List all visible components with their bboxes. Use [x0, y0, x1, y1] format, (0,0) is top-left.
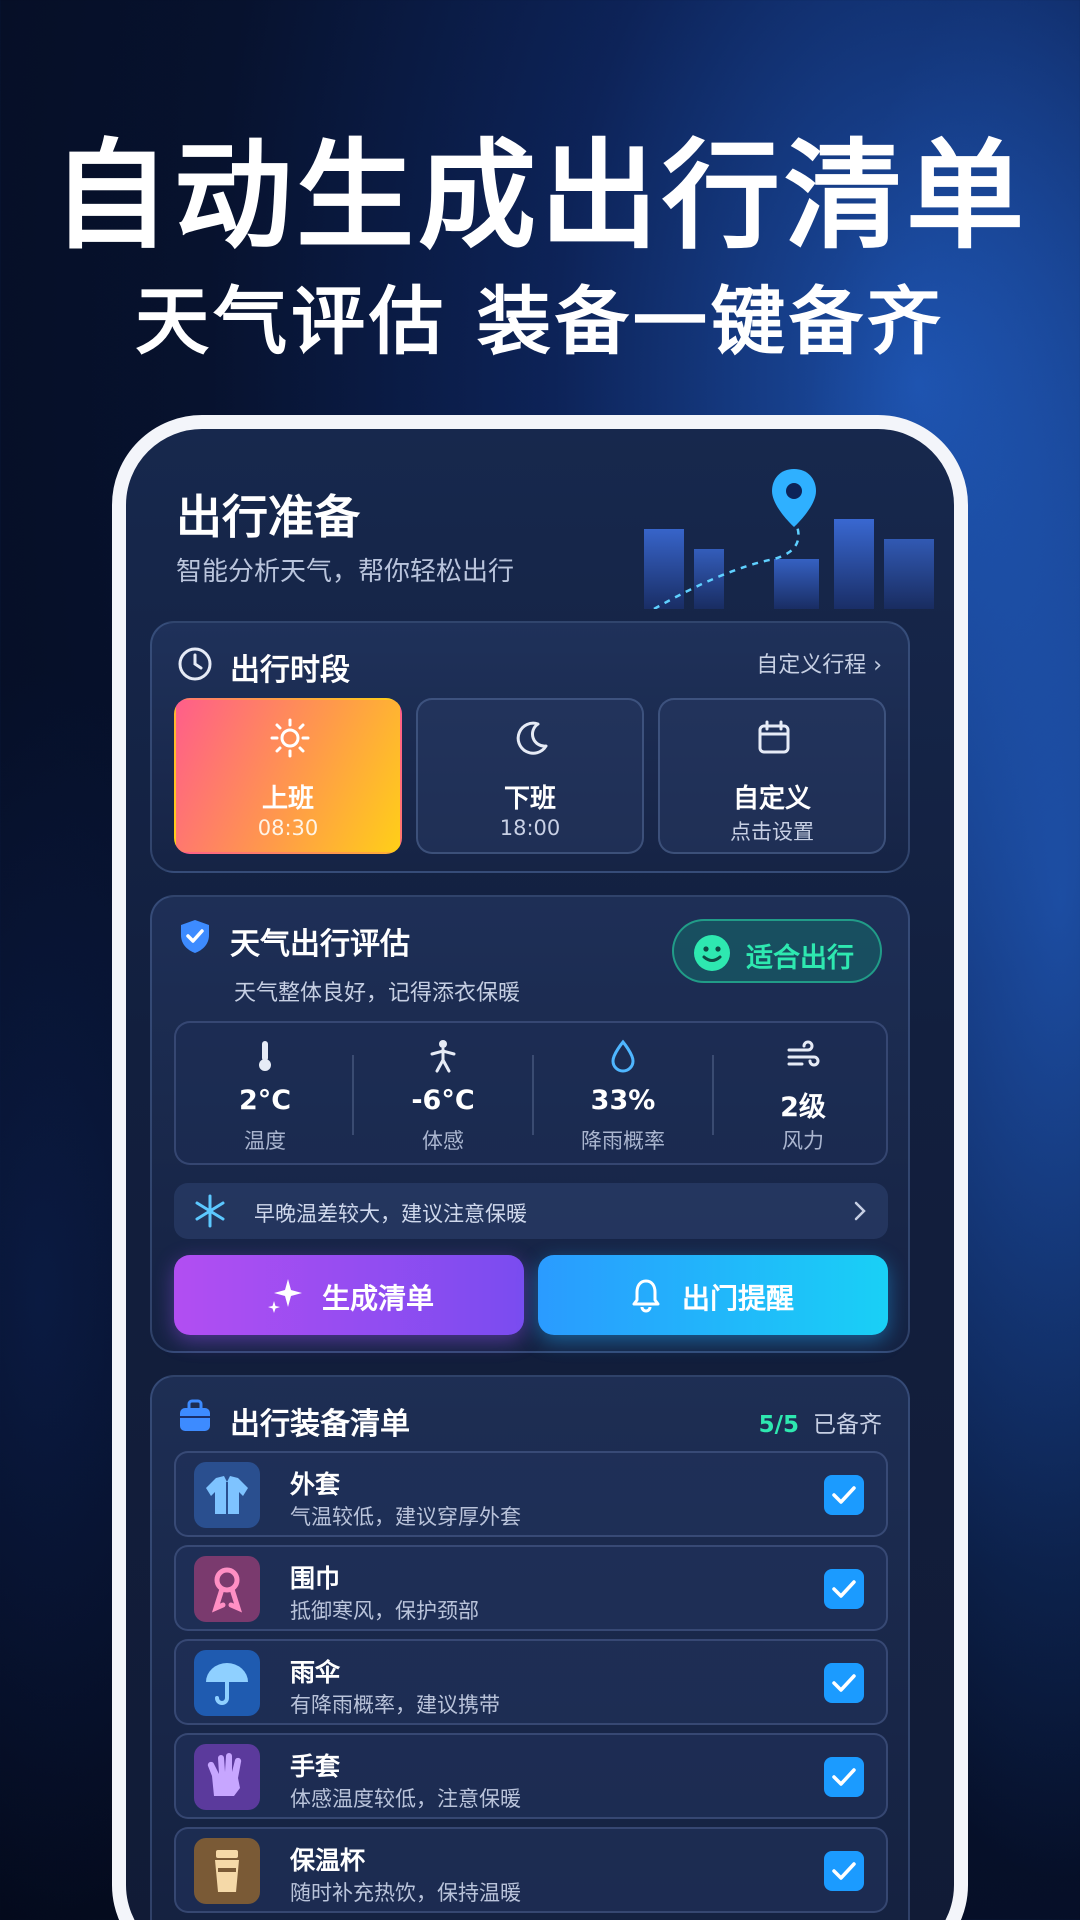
umbrella-icon [194, 1650, 260, 1716]
smile-icon [694, 935, 730, 971]
checkmark-icon [832, 1862, 856, 1880]
stat-rain-chance: 33% 降雨概率 [534, 1023, 712, 1167]
list-item[interactable]: 外套 气温较低，建议穿厚外套 [174, 1451, 888, 1537]
thermos-icon [194, 1838, 260, 1904]
slot-commute-morning[interactable]: 上班 08:30 [174, 698, 402, 854]
item-description: 体感温度较低，注意保暖 [290, 1787, 521, 1811]
shield-check-icon [181, 920, 209, 953]
page-title: 出行准备 [176, 490, 360, 544]
checkmark-icon [832, 1674, 856, 1692]
stat-label: 风力 [782, 1129, 824, 1153]
slot-custom[interactable]: 自定义 点击设置 [658, 698, 886, 854]
item-description: 随时补充热饮，保持温暖 [290, 1881, 521, 1905]
scarf-icon [194, 1556, 260, 1622]
stat-label: 降雨概率 [581, 1129, 665, 1153]
page-subtitle: 智能分析天气，帮你轻松出行 [176, 557, 515, 587]
item-description: 气温较低，建议穿厚外套 [290, 1505, 521, 1529]
slot-name: 上班 [261, 784, 314, 814]
moon-icon [516, 721, 548, 755]
status-badge-label: 适合出行 [746, 943, 854, 974]
chevron-right-icon [854, 1201, 866, 1221]
stat-value: -6°C [411, 1085, 475, 1116]
item-description: 抵御寒风，保护颈部 [290, 1599, 479, 1623]
phone-frame: 出行准备 智能分析天气，帮你轻松出行 出行时段 自定义行程 › 上班 08:30… [112, 415, 968, 1920]
slot-name: 自定义 [732, 784, 811, 814]
list-item[interactable]: 围巾 抵御寒风，保护颈部 [174, 1545, 888, 1631]
weather-assessment-card: 天气出行评估 天气整体良好，记得添衣保暖 适合出行 2°C 温度 -6°C 体感… [150, 895, 910, 1353]
stat-value: 2°C [238, 1085, 292, 1116]
thermometer-icon [259, 1041, 271, 1071]
gear-section-title: 出行装备清单 [230, 1407, 410, 1442]
weather-stats: 2°C 温度 -6°C 体感 33% 降雨概率 2级 风力 [174, 1021, 888, 1165]
travel-time-card: 出行时段 自定义行程 › 上班 08:30 下班 18:00 自定义 点击设置 [150, 621, 910, 873]
generate-list-button[interactable]: 生成清单 [174, 1255, 524, 1335]
stat-label: 体感 [422, 1129, 464, 1153]
weather-tip[interactable]: 早晚温差较大，建议注意保暖 [174, 1183, 888, 1239]
snowflake-icon [195, 1194, 225, 1228]
sun-icon [270, 718, 310, 758]
custom-trip-link[interactable]: 自定义行程 › [756, 647, 882, 679]
checkmark-icon [832, 1580, 856, 1598]
gear-count: 5/5 [758, 1412, 799, 1438]
suitcase-icon [180, 1399, 210, 1431]
weather-summary: 天气整体良好，记得添衣保暖 [234, 981, 521, 1006]
item-name: 手套 [290, 1752, 341, 1781]
item-name: 外套 [290, 1470, 341, 1499]
slot-name: 下班 [503, 784, 556, 814]
gear-progress: 5/5 已备齐 [759, 1405, 882, 1439]
water-drop-icon [611, 1039, 635, 1073]
item-checkbox[interactable] [824, 1569, 864, 1609]
time-section-title: 出行时段 [230, 653, 350, 688]
stat-feels-like: -6°C 体感 [354, 1023, 532, 1167]
glove-icon [194, 1744, 260, 1810]
item-description: 有降雨概率，建议携带 [290, 1693, 500, 1717]
weather-tip-text: 早晚温差较大，建议注意保暖 [254, 1202, 527, 1226]
gear-checklist-card: 出行装备清单 5/5 已备齐 外套 气温较低，建议穿厚外套 围巾 抵御寒风，保护… [150, 1375, 910, 1920]
slot-time: 08:30 [257, 816, 319, 840]
list-item[interactable]: 雨伞 有降雨概率，建议携带 [174, 1639, 888, 1725]
sparkle-icon [268, 1279, 302, 1313]
weather-section-title: 天气出行评估 [230, 927, 410, 962]
item-name: 保温杯 [290, 1846, 366, 1875]
clock-icon [178, 647, 212, 681]
stat-wind: 2级 风力 [714, 1023, 892, 1167]
hero-title: 自动生成出行清单 [51, 127, 1028, 265]
calendar-icon [758, 720, 790, 754]
item-name: 围巾 [290, 1564, 341, 1593]
item-checkbox[interactable] [824, 1757, 864, 1797]
app-screen: 出行准备 智能分析天气，帮你轻松出行 出行时段 自定义行程 › 上班 08:30… [126, 429, 954, 1920]
slot-time: 点击设置 [730, 820, 814, 844]
item-checkbox[interactable] [824, 1475, 864, 1515]
status-badge: 适合出行 [672, 919, 882, 983]
gear-status: 已备齐 [813, 1412, 882, 1438]
item-name: 雨伞 [290, 1658, 341, 1687]
checkmark-icon [832, 1486, 856, 1504]
slot-commute-evening[interactable]: 下班 18:00 [416, 698, 644, 854]
slot-time: 18:00 [499, 816, 561, 840]
departure-reminder-button[interactable]: 出门提醒 [538, 1255, 888, 1335]
generate-list-label: 生成清单 [322, 1282, 435, 1315]
departure-reminder-label: 出门提醒 [682, 1282, 795, 1315]
stat-value: 2级 [780, 1092, 826, 1123]
stat-label: 温度 [244, 1129, 286, 1153]
bell-icon [632, 1279, 660, 1313]
list-item[interactable]: 手套 体感温度较低，注意保暖 [174, 1733, 888, 1819]
hero-subtitle: 天气评估 装备一键备齐 [135, 279, 945, 365]
stat-temperature: 2°C 温度 [176, 1023, 354, 1167]
city-map-illustration [644, 469, 934, 609]
item-checkbox[interactable] [824, 1663, 864, 1703]
item-checkbox[interactable] [824, 1851, 864, 1891]
person-icon [430, 1040, 456, 1073]
list-item[interactable]: 保温杯 随时补充热饮，保持温暖 [174, 1827, 888, 1913]
checkmark-icon [832, 1768, 856, 1786]
wind-icon [787, 1040, 820, 1067]
stat-value: 33% [590, 1085, 656, 1116]
coat-icon [194, 1462, 260, 1528]
